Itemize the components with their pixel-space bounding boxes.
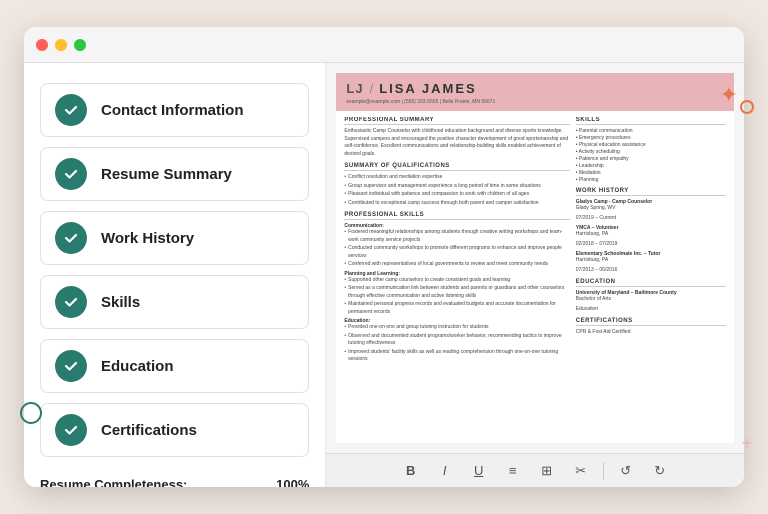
toolbar-align[interactable]: ≡ bbox=[501, 459, 525, 483]
toolbar-underline[interactable]: U bbox=[467, 459, 491, 483]
dot-red[interactable] bbox=[36, 39, 48, 51]
browser-window: Contact Information Resume Summary Work … bbox=[24, 27, 744, 487]
toolbar-redo[interactable]: ↻ bbox=[648, 459, 672, 483]
checklist-item-certifications[interactable]: Certifications bbox=[40, 403, 309, 457]
resume-body: PROFESSIONAL SUMMARY Enthusiastic Camp C… bbox=[336, 111, 734, 433]
checklist-item-summary[interactable]: Resume Summary bbox=[40, 147, 309, 201]
resume-job-3-location: Harrisburg, PA bbox=[576, 257, 726, 265]
completeness-pct: 100% bbox=[276, 477, 309, 487]
skill-5: Patience and empathy bbox=[576, 156, 726, 162]
checklist-label-summary: Resume Summary bbox=[101, 166, 232, 183]
skill-7: Mediation bbox=[576, 170, 726, 176]
resume-skill-edu-1: Provided one-on-one and group tutoring i… bbox=[344, 324, 569, 332]
dot-green[interactable] bbox=[74, 39, 86, 51]
toolbar-italic[interactable]: I bbox=[433, 459, 457, 483]
toolbar-undo[interactable]: ↺ bbox=[614, 459, 638, 483]
resume-prof-summary-text: Enthusiastic Camp Counselor with childho… bbox=[344, 128, 569, 158]
resume-qual-1: Conflict resolution and mediation expert… bbox=[344, 174, 569, 182]
resume-right-col: SKILLS Parental communication Emergency … bbox=[576, 117, 726, 427]
resume-contact: example@example.com | (555) 333-5555 | B… bbox=[346, 99, 724, 105]
resume-skill-plan-1: Supported other camp counselors to creat… bbox=[344, 277, 569, 285]
resume-section-workhistory: WORK HISTORY bbox=[576, 188, 726, 196]
resume-qual-4: Contributed to exceptional camp success … bbox=[344, 200, 569, 208]
checklist-label-skills: Skills bbox=[101, 294, 140, 311]
skill-3: Physical education assistance bbox=[576, 142, 726, 148]
resume-doc: LJ / LISA JAMES example@example.com | (5… bbox=[336, 73, 734, 443]
resume-skill-plan-3: Maintained personal progress records and… bbox=[344, 301, 569, 316]
completeness-section: Resume Completeness: 100% bbox=[40, 477, 309, 487]
resume-section-skills: SKILLS bbox=[576, 117, 726, 125]
toolbar-bold[interactable]: B bbox=[399, 459, 423, 483]
resume-divider: / bbox=[370, 81, 374, 96]
resume-skill-comm-2: Conducted community workshops to promote… bbox=[344, 245, 569, 260]
right-panel: LJ / LISA JAMES example@example.com | (5… bbox=[326, 63, 744, 487]
checklist-item-skills[interactable]: Skills bbox=[40, 275, 309, 329]
checklist-item-workhistory[interactable]: Work History bbox=[40, 211, 309, 265]
resume-header: LJ / LISA JAMES example@example.com | (5… bbox=[336, 73, 734, 111]
resume-job-2-dates: 02/2018 – 07/2019 bbox=[576, 241, 726, 249]
completeness-label: Resume Completeness: bbox=[40, 477, 187, 487]
resume-initials: LJ bbox=[346, 81, 363, 96]
skill-4: Activity scheduling bbox=[576, 149, 726, 155]
resume-skills-list: Parental communication Emergency procedu… bbox=[576, 128, 726, 183]
deco-circle-teal bbox=[20, 402, 42, 424]
checklist-label-education: Education bbox=[101, 358, 174, 375]
resume-skill-plan-2: Served as a communication link between s… bbox=[344, 285, 569, 300]
resume-section-certifications: CERTIFICATIONS bbox=[576, 318, 726, 326]
skill-2: Emergency procedures bbox=[576, 135, 726, 141]
resume-skill-comm-1: Fostered meaningful relationships among … bbox=[344, 229, 569, 244]
resume-preview: LJ / LISA JAMES example@example.com | (5… bbox=[326, 63, 744, 453]
skill-8: Planning bbox=[576, 177, 726, 183]
left-panel: Contact Information Resume Summary Work … bbox=[24, 63, 326, 487]
check-icon-contact bbox=[55, 94, 87, 126]
resume-qual-2: Group supervisor and management experien… bbox=[344, 183, 569, 191]
skill-6: Leadership bbox=[576, 163, 726, 169]
check-icon-skills bbox=[55, 286, 87, 318]
deco-circle-orange bbox=[740, 100, 754, 114]
dot-yellow[interactable] bbox=[55, 39, 67, 51]
toolbar-list[interactable]: ⊞ bbox=[535, 459, 559, 483]
resume-skill-edu-2: Observed and documented student programs… bbox=[344, 333, 569, 348]
resume-toolbar: B I U ≡ ⊞ ✂ ↺ ↻ bbox=[326, 453, 744, 487]
checklist-label-contact: Contact Information bbox=[101, 102, 244, 119]
checklist-item-education[interactable]: Education bbox=[40, 339, 309, 393]
resume-edu-degree: Bachelor of Arts bbox=[576, 296, 726, 304]
browser-titlebar bbox=[24, 27, 744, 63]
skill-1: Parental communication bbox=[576, 128, 726, 134]
resume-skill-comm-3: Conferred with representatives of local … bbox=[344, 261, 569, 269]
resume-skill-edu-3: Improved students' facility skills as we… bbox=[344, 349, 569, 364]
toolbar-cut[interactable]: ✂ bbox=[569, 459, 593, 483]
browser-content: Contact Information Resume Summary Work … bbox=[24, 63, 744, 487]
resume-job-3-dates: 07/2013 – 06/2016 bbox=[576, 267, 726, 275]
check-icon-summary bbox=[55, 158, 87, 190]
check-icon-education bbox=[55, 350, 87, 382]
toolbar-separator bbox=[603, 462, 604, 480]
resume-job-1-dates: 07/2019 – Current bbox=[576, 215, 726, 223]
resume-edu-field: Education bbox=[576, 306, 726, 314]
resume-section-qualifications: SUMMARY OF QUALIFICATIONS bbox=[344, 163, 569, 171]
resume-qual-3: Pleasant individual with patience and co… bbox=[344, 191, 569, 199]
check-icon-certifications bbox=[55, 414, 87, 446]
checklist-item-contact[interactable]: Contact Information bbox=[40, 83, 309, 137]
resume-section-education: EDUCATION bbox=[576, 279, 726, 287]
checklist-label-workhistory: Work History bbox=[101, 230, 194, 247]
deco-plus: + bbox=[741, 433, 752, 454]
resume-fullname: LISA JAMES bbox=[379, 81, 477, 96]
checklist-label-certifications: Certifications bbox=[101, 422, 197, 439]
check-icon-workhistory bbox=[55, 222, 87, 254]
resume-job-2-location: Harrisburg, PA bbox=[576, 231, 726, 239]
deco-star: ✦ bbox=[720, 82, 738, 108]
resume-section-pro-skills: PROFESSIONAL SKILLS bbox=[344, 212, 569, 220]
resume-cert-1: CPR & First Aid Certified bbox=[576, 329, 726, 337]
resume-job-1-location: Glady Spring, WV bbox=[576, 205, 726, 213]
resume-left-col: PROFESSIONAL SUMMARY Enthusiastic Camp C… bbox=[344, 117, 569, 427]
resume-section-professional-summary: PROFESSIONAL SUMMARY bbox=[344, 117, 569, 125]
